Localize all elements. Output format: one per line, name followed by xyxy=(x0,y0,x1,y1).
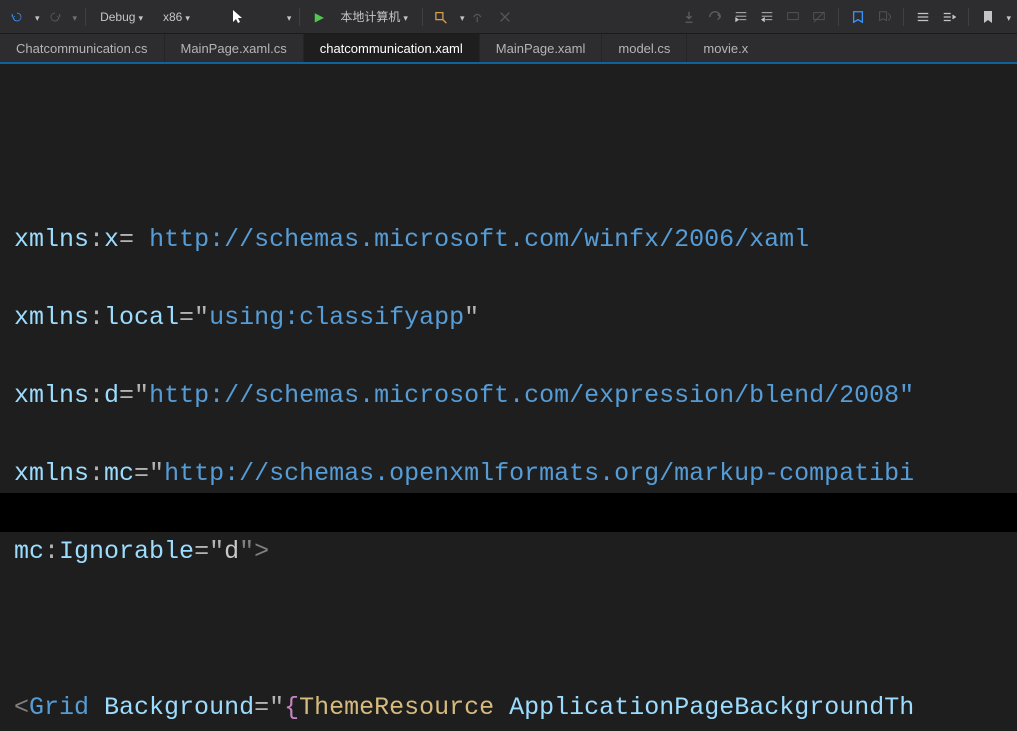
bookmark-toggle-icon[interactable] xyxy=(847,6,869,28)
separator xyxy=(903,8,904,26)
code-line: xmlns:d="http://schemas.microsoft.com/ex… xyxy=(14,376,1017,415)
undo-button[interactable] xyxy=(6,6,28,28)
separator xyxy=(85,8,86,26)
code-line: xmlns:x= http://schemas.microsoft.com/wi… xyxy=(14,220,1017,259)
code-line: xmlns:mc="http://schemas.openxmlformats.… xyxy=(14,454,1017,493)
tool-icon[interactable] xyxy=(494,6,516,28)
tab-chatcommunication-xaml[interactable]: chatcommunication.xaml xyxy=(304,34,480,62)
undo-dropdown[interactable] xyxy=(32,10,40,24)
tab-mainpage-xaml[interactable]: MainPage.xaml xyxy=(480,34,603,62)
tool-icon[interactable] xyxy=(468,6,490,28)
main-toolbar: Debug x86 ▶ 本地计算机 xyxy=(0,0,1017,34)
cursor-dropdown[interactable] xyxy=(284,10,292,24)
redo-dropdown[interactable] xyxy=(70,10,78,24)
separator xyxy=(422,8,423,26)
uncomment-icon[interactable] xyxy=(808,6,830,28)
separator xyxy=(968,8,969,26)
step-over-icon[interactable] xyxy=(704,6,726,28)
separator xyxy=(299,8,300,26)
comment-icon[interactable] xyxy=(782,6,804,28)
step-into-icon[interactable] xyxy=(678,6,700,28)
platform-dropdown[interactable]: x86 xyxy=(157,10,196,24)
editor-tabs: Chatcommunication.cs MainPage.xaml.cs ch… xyxy=(0,34,1017,64)
outdent-icon[interactable] xyxy=(756,6,778,28)
list-icon[interactable] xyxy=(912,6,934,28)
config-dropdown[interactable]: Debug xyxy=(94,10,149,24)
separator xyxy=(838,8,839,26)
code-editor[interactable]: xmlns:x= http://schemas.microsoft.com/wi… xyxy=(0,64,1017,731)
bookmark-prev-icon[interactable] xyxy=(873,6,895,28)
bookmark-dropdown[interactable] xyxy=(1003,10,1011,24)
code-line: xmlns:local="using:classifyapp" xyxy=(14,298,1017,337)
indent-icon[interactable] xyxy=(730,6,752,28)
run-button[interactable]: ▶ xyxy=(308,6,330,28)
tab-mainpage-xaml-cs[interactable]: MainPage.xaml.cs xyxy=(165,34,304,62)
list-arrow-icon[interactable] xyxy=(938,6,960,28)
find-icon[interactable] xyxy=(431,6,453,28)
bookmark-icon[interactable] xyxy=(977,6,999,28)
find-dropdown[interactable] xyxy=(457,10,465,24)
tab-model-cs[interactable]: model.cs xyxy=(602,34,687,62)
run-target-dropdown[interactable]: 本地计算机 xyxy=(334,8,414,25)
code-line xyxy=(14,610,1017,649)
redo-button[interactable] xyxy=(44,6,66,28)
tab-movie[interactable]: movie.x xyxy=(687,34,764,62)
code-line: mc:Ignorable="d"> xyxy=(14,532,1017,571)
code-line: <Grid Background="{ThemeResource Applica… xyxy=(14,688,1017,727)
tab-chatcommunication-cs[interactable]: Chatcommunication.cs xyxy=(0,34,165,62)
cursor-icon xyxy=(228,6,250,28)
